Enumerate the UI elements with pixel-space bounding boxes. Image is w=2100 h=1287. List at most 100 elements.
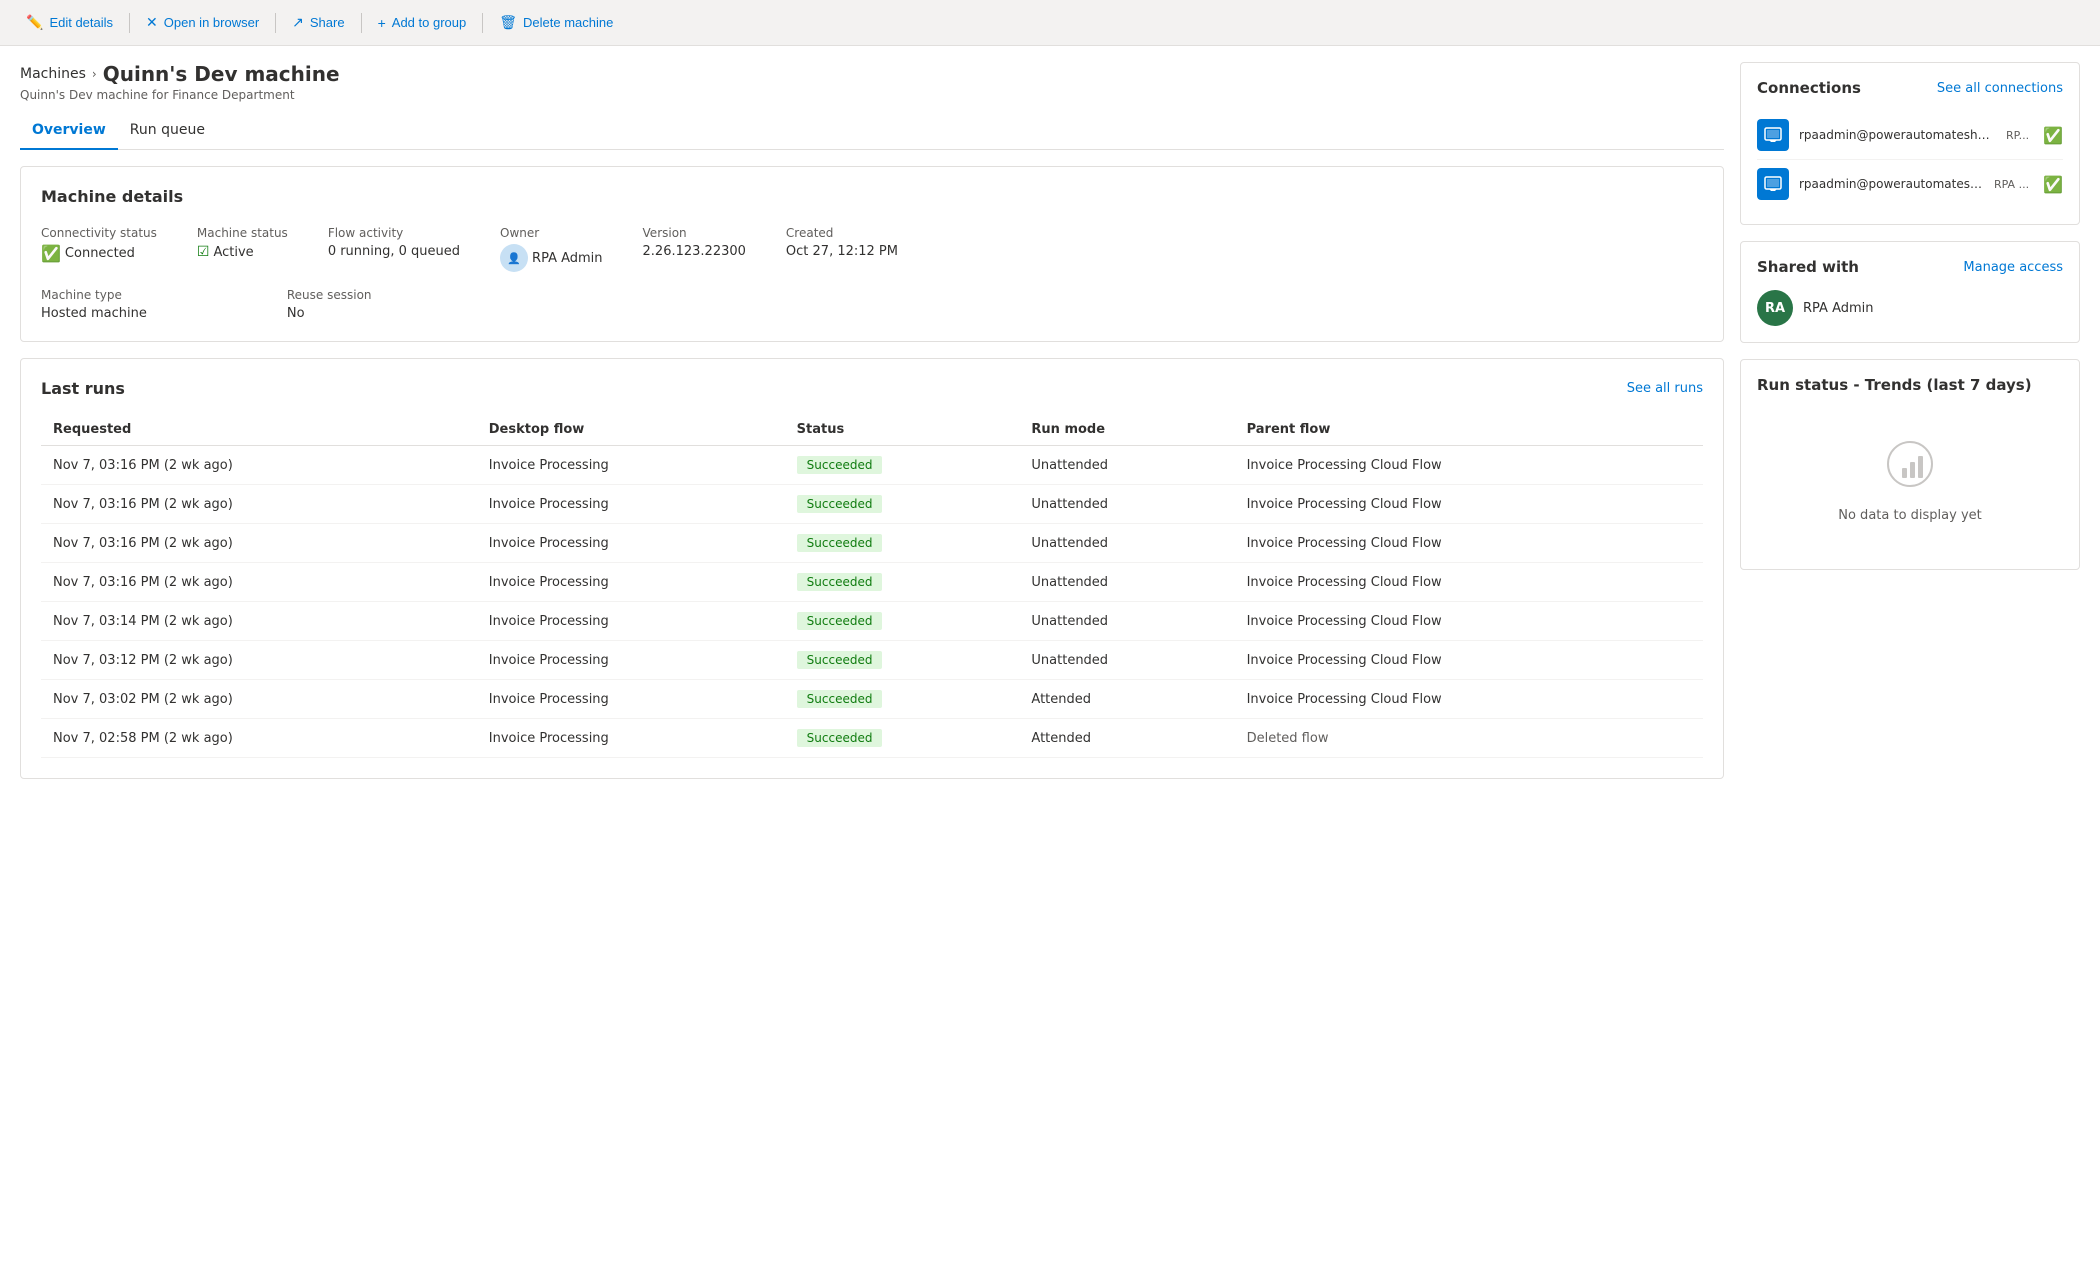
connection-item[interactable]: rpaadmin@powerautomatesh001.onmicro... R… (1757, 160, 2063, 208)
breadcrumb-current: Quinn's Dev machine (103, 62, 340, 86)
status-badge: Succeeded (797, 456, 883, 474)
owner-value: 👤 RPA Admin (500, 244, 603, 272)
shared-user-avatar: RA (1757, 290, 1793, 326)
table-row[interactable]: Nov 7, 03:02 PM (2 wk ago) Invoice Proce… (41, 680, 1703, 719)
version-value: 2.26.123.22300 (643, 244, 746, 259)
see-all-connections-link[interactable]: See all connections (1937, 81, 2063, 96)
cell-parent-flow: Invoice Processing Cloud Flow (1235, 563, 1703, 602)
version-item: Version 2.26.123.22300 (643, 226, 746, 272)
runs-table-head: Requested Desktop flow Status Run mode P… (41, 414, 1703, 446)
toolbar-separator-2 (275, 13, 276, 33)
table-row[interactable]: Nov 7, 03:16 PM (2 wk ago) Invoice Proce… (41, 446, 1703, 485)
table-row[interactable]: Nov 7, 03:16 PM (2 wk ago) Invoice Proce… (41, 563, 1703, 602)
machine-status-value: ☑ Active (197, 244, 288, 260)
status-badge: Succeeded (797, 690, 883, 708)
delete-machine-button[interactable]: 🗑 Delete machine (489, 8, 623, 37)
connection-item[interactable]: rpaadmin@powerautomatesh001.onmicros... … (1757, 111, 2063, 160)
last-runs-card: Last runs See all runs Requested Desktop… (20, 358, 1724, 779)
cell-parent-flow: Invoice Processing Cloud Flow (1235, 485, 1703, 524)
status-badge: Succeeded (797, 612, 883, 630)
machine-details-title: Machine details (41, 187, 1703, 206)
toolbar-separator (129, 13, 130, 33)
reuse-session-item: Reuse session No (287, 288, 372, 321)
cell-run-mode: Attended (1019, 719, 1234, 758)
connection-icon (1757, 168, 1789, 200)
col-desktop-flow: Desktop flow (477, 414, 785, 446)
cell-requested: Nov 7, 03:16 PM (2 wk ago) (41, 485, 477, 524)
flow-activity-label: Flow activity (328, 226, 460, 240)
connections-title: Connections (1757, 79, 1861, 97)
cell-requested: Nov 7, 02:58 PM (2 wk ago) (41, 719, 477, 758)
breadcrumb-parent[interactable]: Machines (20, 66, 86, 82)
table-row[interactable]: Nov 7, 03:14 PM (2 wk ago) Invoice Proce… (41, 602, 1703, 641)
created-label: Created (786, 226, 898, 240)
breadcrumb-separator: › (92, 67, 97, 81)
cell-requested: Nov 7, 03:02 PM (2 wk ago) (41, 680, 477, 719)
flow-activity-value: 0 running, 0 queued (328, 244, 460, 259)
cell-desktop-flow: Invoice Processing (477, 680, 785, 719)
toolbar-separator-4 (482, 13, 483, 33)
owner-avatar: 👤 (500, 244, 528, 272)
cell-run-mode: Unattended (1019, 446, 1234, 485)
table-row[interactable]: Nov 7, 03:16 PM (2 wk ago) Invoice Proce… (41, 524, 1703, 563)
cell-status: Succeeded (785, 563, 1020, 602)
active-icon: ☑ (197, 244, 210, 260)
manage-access-link[interactable]: Manage access (1963, 260, 2063, 275)
connection-badge: RP... (2006, 129, 2029, 142)
connections-list: rpaadmin@powerautomatesh001.onmicros... … (1757, 111, 2063, 208)
status-badge: Succeeded (797, 495, 883, 513)
status-badge: Succeeded (797, 573, 883, 591)
cell-parent-flow: Deleted flow (1235, 719, 1703, 758)
connectivity-value: ✅ Connected (41, 244, 157, 263)
owner-label: Owner (500, 226, 603, 240)
right-panel: Connections See all connections rpaadmin… (1740, 62, 2080, 795)
connectivity-label: Connectivity status (41, 226, 157, 240)
col-status: Status (785, 414, 1020, 446)
cell-desktop-flow: Invoice Processing (477, 446, 785, 485)
cell-run-mode: Unattended (1019, 563, 1234, 602)
shared-with-header: Shared with Manage access (1757, 258, 2063, 276)
share-button[interactable]: ↗ Share (282, 8, 354, 37)
table-row[interactable]: Nov 7, 02:58 PM (2 wk ago) Invoice Proce… (41, 719, 1703, 758)
table-row[interactable]: Nov 7, 03:16 PM (2 wk ago) Invoice Proce… (41, 485, 1703, 524)
share-icon: ↗ (292, 14, 304, 31)
shared-user-name: RPA Admin (1803, 301, 1874, 316)
table-row[interactable]: Nov 7, 03:12 PM (2 wk ago) Invoice Proce… (41, 641, 1703, 680)
version-label: Version (643, 226, 746, 240)
edit-icon: ✏️ (26, 14, 43, 31)
machine-type-label: Machine type (41, 288, 147, 302)
see-all-runs-link[interactable]: See all runs (1627, 381, 1703, 396)
tab-run-queue[interactable]: Run queue (118, 114, 217, 150)
created-item: Created Oct 27, 12:12 PM (786, 226, 898, 272)
cell-desktop-flow: Invoice Processing (477, 602, 785, 641)
cell-status: Succeeded (785, 680, 1020, 719)
toolbar-separator-3 (361, 13, 362, 33)
last-runs-title: Last runs (41, 379, 125, 398)
run-status-card: Run status - Trends (last 7 days) No dat… (1740, 359, 2080, 570)
flow-activity-item: Flow activity 0 running, 0 queued (328, 226, 460, 272)
add-icon: + (378, 15, 386, 31)
status-badge: Succeeded (797, 651, 883, 669)
col-requested: Requested (41, 414, 477, 446)
cell-status: Succeeded (785, 446, 1020, 485)
browser-icon: ✕ (146, 14, 158, 31)
cell-status: Succeeded (785, 485, 1020, 524)
machine-status-label: Machine status (197, 226, 288, 240)
delete-icon: 🗑 (499, 14, 517, 31)
open-browser-button[interactable]: ✕ Open in browser (136, 8, 269, 37)
cell-requested: Nov 7, 03:12 PM (2 wk ago) (41, 641, 477, 680)
cell-parent-flow: Invoice Processing Cloud Flow (1235, 680, 1703, 719)
created-value: Oct 27, 12:12 PM (786, 244, 898, 259)
cell-requested: Nov 7, 03:16 PM (2 wk ago) (41, 524, 477, 563)
tab-overview[interactable]: Overview (20, 114, 118, 150)
add-to-group-button[interactable]: + Add to group (368, 9, 477, 37)
connections-header: Connections See all connections (1757, 79, 2063, 97)
cell-requested: Nov 7, 03:16 PM (2 wk ago) (41, 446, 477, 485)
edit-details-button[interactable]: ✏️ Edit details (16, 8, 123, 37)
cell-status: Succeeded (785, 602, 1020, 641)
main-content: Machines › Quinn's Dev machine Quinn's D… (0, 46, 2100, 811)
run-status-title: Run status - Trends (last 7 days) (1757, 376, 2032, 394)
machine-type-item: Machine type Hosted machine (41, 288, 147, 321)
cell-run-mode: Unattended (1019, 485, 1234, 524)
details-grid: Connectivity status ✅ Connected Machine … (41, 226, 1703, 272)
